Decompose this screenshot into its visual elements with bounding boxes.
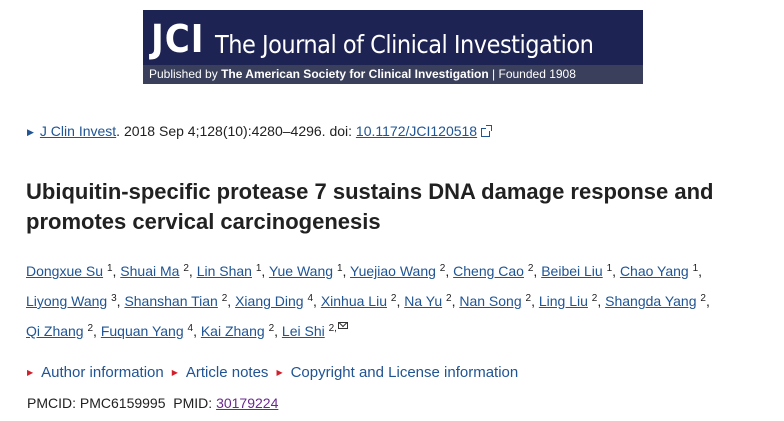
author-entry: Nan Song 2 [459, 293, 531, 309]
author-link[interactable]: Xinhua Liu [321, 293, 387, 309]
citation-line: ▶ J Clin Invest. 2018 Sep 4;128(10):4280–… [27, 122, 493, 141]
author-link[interactable]: Xiang Ding [235, 293, 304, 309]
author-link[interactable]: Fuquan Yang [101, 323, 184, 339]
publisher-strip: Published by The American Society for Cl… [143, 65, 643, 84]
author-link[interactable]: Cheng Cao [453, 263, 524, 279]
affiliation-number[interactable]: 2 [446, 293, 452, 304]
separator: | [492, 67, 496, 81]
journal-link[interactable]: J Clin Invest [40, 123, 116, 139]
author-entry: Fuquan Yang 4 [101, 323, 193, 339]
affiliation-number[interactable]: 1 [693, 263, 699, 274]
affiliation-number[interactable]: 2 [592, 293, 598, 304]
author-link[interactable]: Yuejiao Wang [350, 263, 436, 279]
affiliation-number[interactable]: 2 [440, 263, 446, 274]
author-list: Dongxue Su 1, Shuai Ma 2, Lin Shan 1, Yu… [26, 263, 710, 339]
pmid-label: PMID: [173, 395, 217, 411]
author-entry: Ling Liu 2 [539, 293, 598, 309]
author-entry: Yue Wang 1 [269, 263, 343, 279]
pmcid-label: PMCID: [27, 395, 80, 411]
triangle-right-icon: ▶ [276, 368, 283, 377]
affiliation-number[interactable]: 1 [607, 263, 613, 274]
info-link[interactable]: Author information [41, 364, 164, 381]
triangle-right-icon: ▶ [27, 127, 34, 137]
article-title: Ubiquitin-specific protease 7 sustains D… [26, 179, 714, 234]
info-link[interactable]: Copyright and License information [291, 364, 519, 381]
author-entry: Kai Zhang 2 [201, 323, 274, 339]
article-info-links: ▶ Author information ▶ Article notes ▶ Copyri… [27, 364, 526, 382]
author-link[interactable]: Yue Wang [269, 263, 333, 279]
affiliation-number[interactable]: 2 [391, 293, 397, 304]
article-ids: PMCID: PMC6159995 PMID: 30179224 [27, 394, 278, 412]
author-entry: Yuejiao Wang 2 [350, 263, 445, 279]
author-link[interactable]: Nan Song [459, 293, 521, 309]
affiliation-number[interactable]: 4 [307, 293, 313, 304]
author-entry: Chao Yang 1 [620, 263, 698, 279]
affiliation-number[interactable]: 2 [528, 263, 534, 274]
journal-banner[interactable]: JCI The Journal of Clinical Investigatio… [143, 10, 643, 84]
society-name: The American Society for Clinical Invest… [221, 67, 489, 81]
author-entry: Shangda Yang 2 [605, 293, 706, 309]
triangle-right-icon: ▶ [27, 368, 34, 377]
affiliation-number[interactable]: 2, [329, 323, 337, 334]
author-link[interactable]: Chao Yang [620, 263, 689, 279]
affiliation-number[interactable]: 2 [269, 323, 275, 334]
author-link[interactable]: Liyong Wang [26, 293, 107, 309]
pmid-link[interactable]: 30179224 [216, 395, 278, 411]
affiliation-number[interactable]: 1 [107, 263, 113, 274]
author-link[interactable]: Lin Shan [197, 263, 252, 279]
author-link[interactable]: Lei Shi [282, 323, 325, 339]
mail-icon[interactable] [337, 322, 348, 329]
info-link[interactable]: Article notes [186, 364, 269, 381]
info-link-item: ▶ Copyright and License information [276, 364, 518, 381]
author-entry: Shanshan Tian 2 [124, 293, 227, 309]
affiliation-number[interactable]: 3 [111, 293, 117, 304]
publisher-line: Published by The American Society for Cl… [149, 67, 576, 82]
jci-logo: JCI [151, 17, 205, 61]
citation-details: . 2018 Sep 4;128(10):4280–4296. doi: [116, 123, 356, 139]
author-link[interactable]: Beibei Liu [541, 263, 603, 279]
affiliation-number[interactable]: 1 [256, 263, 262, 274]
author-link[interactable]: Kai Zhang [201, 323, 265, 339]
author-entry: Lin Shan 1 [197, 263, 262, 279]
author-link[interactable]: Qi Zhang [26, 323, 84, 339]
author-entry: Shuai Ma 2 [120, 263, 189, 279]
affiliation-number[interactable]: 1 [337, 263, 343, 274]
doi-link[interactable]: 10.1172/JCI120518 [356, 123, 477, 139]
info-link-item: ▶ Article notes [172, 364, 269, 381]
author-entry: Xiang Ding 4 [235, 293, 313, 309]
author-entry: Beibei Liu 1 [541, 263, 612, 279]
author-link[interactable]: Ling Liu [539, 293, 588, 309]
author-link[interactable]: Shuai Ma [120, 263, 179, 279]
author-entry: Dongxue Su 1 [26, 263, 113, 279]
affiliation-number[interactable]: 4 [188, 323, 194, 334]
founded-label: Founded 1908 [498, 67, 576, 81]
author-link[interactable]: Shanshan Tian [124, 293, 217, 309]
author-entry: Liyong Wang 3 [26, 293, 117, 309]
info-link-item: ▶ Author information [27, 364, 164, 381]
author-entry: Lei Shi 2, [282, 322, 348, 339]
pmcid-value: PMC6159995 [79, 395, 166, 411]
journal-name: The Journal of Clinical Investigation [215, 30, 594, 59]
external-link-icon[interactable] [481, 125, 493, 137]
author-entry: Cheng Cao 2 [453, 263, 533, 279]
affiliation-number[interactable]: 2 [222, 293, 228, 304]
author-entry: Na Yu 2 [404, 293, 451, 309]
published-by-label: Published by [149, 67, 218, 81]
triangle-right-icon: ▶ [171, 368, 178, 377]
affiliation-number[interactable]: 2 [700, 293, 706, 304]
author-entry: Qi Zhang 2 [26, 323, 93, 339]
author-link[interactable]: Shangda Yang [605, 293, 696, 309]
author-link[interactable]: Na Yu [404, 293, 442, 309]
author-link[interactable]: Dongxue Su [26, 263, 103, 279]
author-entry: Xinhua Liu 2 [321, 293, 397, 309]
affiliation-number[interactable]: 2 [87, 323, 93, 334]
affiliation-number[interactable]: 2 [183, 263, 189, 274]
affiliation-number[interactable]: 2 [526, 293, 532, 304]
